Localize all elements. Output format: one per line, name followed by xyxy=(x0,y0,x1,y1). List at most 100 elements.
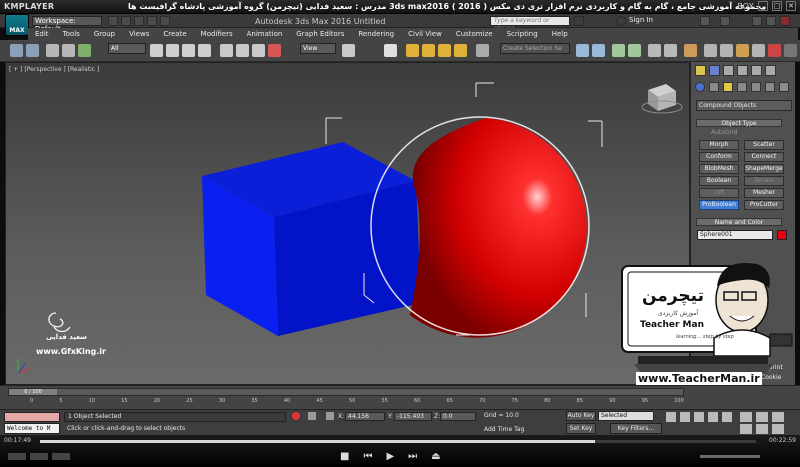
zoom-extents-icon[interactable] xyxy=(756,424,768,434)
select-scale-icon[interactable] xyxy=(252,44,265,57)
add-time-tag-button[interactable]: Add Time Tag xyxy=(484,426,524,433)
helpers-icon[interactable] xyxy=(751,82,761,92)
field-of-view-icon[interactable] xyxy=(740,424,752,434)
player-seek-bar[interactable] xyxy=(40,440,756,443)
object-name-input[interactable]: Sphere001 xyxy=(697,230,773,240)
lights-icon[interactable] xyxy=(723,82,733,92)
search-icon[interactable] xyxy=(574,16,584,26)
align-icon[interactable] xyxy=(592,44,605,57)
modify-tab-icon[interactable] xyxy=(709,65,720,76)
set-key-button[interactable]: Set Key xyxy=(566,423,596,434)
menu-civil-view[interactable]: Civil View xyxy=(401,28,449,40)
previous-icon[interactable]: ⏮ xyxy=(363,451,372,462)
manipulate-icon[interactable] xyxy=(384,44,397,57)
minimize-icon[interactable]: _ xyxy=(758,1,768,11)
select-by-name-icon[interactable] xyxy=(166,44,179,57)
save-file-icon[interactable] xyxy=(134,16,144,26)
time-slider[interactable]: 0 / 100 xyxy=(8,388,684,396)
search-input[interactable]: Type a keyword or phrase xyxy=(490,16,570,32)
maximize-icon[interactable]: □ xyxy=(772,1,782,11)
shapemerge-button[interactable]: ShapeMerge xyxy=(744,164,784,174)
spinner-snap-icon[interactable] xyxy=(454,44,467,57)
maxscript-listener-pink[interactable] xyxy=(4,412,60,422)
menu-graph-editors[interactable]: Graph Editors xyxy=(289,28,351,40)
menu-scripting[interactable]: Scripting xyxy=(500,28,545,40)
rendered-frame-window-icon[interactable] xyxy=(720,44,733,57)
boolean-button[interactable]: Boolean xyxy=(699,176,739,186)
auto-key-button[interactable]: Auto Key xyxy=(566,411,596,421)
player-option-icon[interactable] xyxy=(8,453,26,460)
maximize-viewport-icon[interactable] xyxy=(772,424,784,434)
utilities-tab-icon[interactable] xyxy=(765,65,776,76)
shapes-icon[interactable] xyxy=(709,82,719,92)
procutter-button[interactable]: ProCutter xyxy=(744,200,784,210)
new-file-icon[interactable] xyxy=(108,16,118,26)
conform-button[interactable]: Conform xyxy=(699,152,739,162)
loft-button[interactable]: Loft xyxy=(699,188,739,198)
render-production-icon[interactable] xyxy=(736,44,749,57)
pan-icon[interactable] xyxy=(756,412,768,422)
next-frame-icon[interactable] xyxy=(708,412,718,422)
volume-slider[interactable] xyxy=(700,455,760,458)
menu-modifiers[interactable]: Modifiers xyxy=(194,28,240,40)
percent-snap-icon[interactable] xyxy=(438,44,451,57)
a360-icon[interactable] xyxy=(768,44,781,57)
player-play-icon[interactable]: ▶ xyxy=(386,451,394,462)
name-and-color-rollout[interactable]: Name and Color xyxy=(696,218,782,226)
menu-customize[interactable]: Customize xyxy=(449,28,500,40)
go-to-end-icon[interactable] xyxy=(722,412,732,422)
autogrid-checkbox[interactable]: AutoGrid xyxy=(711,129,738,136)
render-in-cloud-icon[interactable] xyxy=(752,44,765,57)
time-slider-thumb[interactable]: 0 / 100 xyxy=(9,389,57,395)
player-equalizer-icon[interactable] xyxy=(30,453,48,460)
max-minimize-icon[interactable] xyxy=(752,16,762,26)
selection-lock-icon[interactable] xyxy=(308,412,316,420)
space-warps-icon[interactable] xyxy=(765,82,775,92)
rectangular-selection-icon[interactable] xyxy=(182,44,195,57)
layer-explorer-icon[interactable] xyxy=(628,44,641,57)
morph-button[interactable]: Morph xyxy=(699,140,739,150)
undo-icon[interactable] xyxy=(147,16,157,26)
undo-tool-icon[interactable] xyxy=(10,44,23,57)
exchange-icon[interactable] xyxy=(700,16,710,26)
view-cube[interactable] xyxy=(641,84,683,114)
object-type-rollout[interactable]: Object Type xyxy=(696,119,782,127)
mesher-button[interactable]: Mesher xyxy=(744,188,784,198)
cameras-icon[interactable] xyxy=(737,82,747,92)
pivot-center-icon[interactable] xyxy=(342,44,355,57)
max-restore-icon[interactable] xyxy=(766,16,776,26)
redo-tool-icon[interactable] xyxy=(26,44,39,57)
bind-space-warp-icon[interactable] xyxy=(78,44,91,57)
key-filters-button[interactable]: Key Filters... xyxy=(610,423,662,434)
menu-help[interactable]: Help xyxy=(545,28,575,40)
menu-animation[interactable]: Animation xyxy=(240,28,290,40)
z-coordinate-field[interactable]: 0.0 xyxy=(440,412,476,421)
named-selection-set-dropdown[interactable]: Create Selection Se xyxy=(500,43,570,54)
max-application-button[interactable]: MAX xyxy=(5,14,29,36)
mirror-icon[interactable] xyxy=(576,44,589,57)
player-playlist-icon[interactable] xyxy=(52,453,70,460)
curve-editor-icon[interactable] xyxy=(648,44,661,57)
x-coordinate-field[interactable]: 44.156 xyxy=(345,412,385,421)
scatter-button[interactable]: Scatter xyxy=(744,140,784,150)
maxscript-mini-listener[interactable]: Welcome to M xyxy=(4,423,60,434)
object-color-swatch[interactable] xyxy=(777,230,787,240)
display-tab-icon[interactable] xyxy=(751,65,762,76)
schematic-view-icon[interactable] xyxy=(664,44,677,57)
key-mode-dropdown[interactable]: Selected xyxy=(598,411,654,421)
systems-icon[interactable] xyxy=(779,82,789,92)
isolate-selection-icon[interactable] xyxy=(292,412,300,420)
scene-explorer-icon[interactable] xyxy=(612,44,625,57)
redo-icon[interactable] xyxy=(160,16,170,26)
motion-tab-icon[interactable] xyxy=(737,65,748,76)
terrain-button[interactable]: Terrain xyxy=(744,176,784,186)
open-file-icon[interactable] xyxy=(121,16,131,26)
select-object-icon[interactable] xyxy=(150,44,163,57)
go-to-start-icon[interactable] xyxy=(666,412,676,422)
stop-icon[interactable]: ■ xyxy=(340,451,349,462)
sign-in-button[interactable]: Sign In xyxy=(629,16,653,24)
category-dropdown[interactable]: Compound Objects xyxy=(696,100,792,111)
play-icon[interactable] xyxy=(694,412,704,422)
render-setup-icon[interactable] xyxy=(704,44,717,57)
eject-icon[interactable]: ⏏ xyxy=(431,451,440,462)
